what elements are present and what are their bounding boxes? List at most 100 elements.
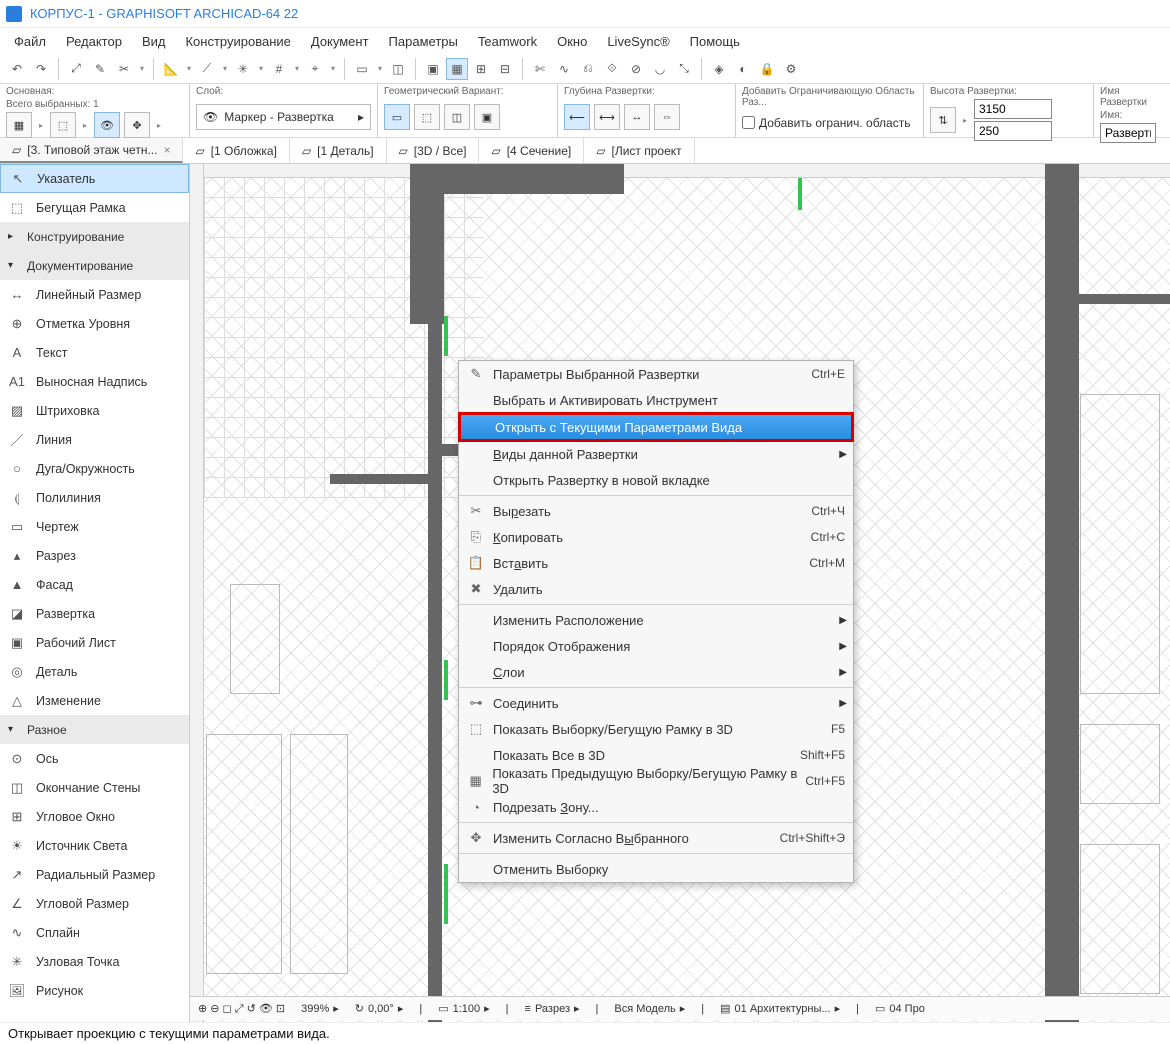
toolbox-tool-hotspot[interactable]: ✳Узловая Точка <box>0 947 189 976</box>
cut-button[interactable]: ✄ <box>529 58 551 80</box>
toolbox-tool-poly[interactable]: ⦇Полилиния <box>0 483 189 512</box>
dropdown-icon[interactable]: ▸ <box>960 109 970 131</box>
context-item[interactable]: 📋ВставитьCtrl+М <box>459 550 853 576</box>
toolbox-tool-arrow[interactable]: ↖Указатель <box>0 164 189 193</box>
pick-button[interactable]: ⤢ <box>65 58 87 80</box>
model-status[interactable]: Вся Модель ▸ <box>614 1002 685 1015</box>
menu-помощь[interactable]: Помощь <box>680 30 750 53</box>
toolbox-tool-angdim[interactable]: ∠Угловой Размер <box>0 889 189 918</box>
compare-button[interactable]: ◫ <box>387 58 409 80</box>
intersect-button[interactable]: ⊘ <box>625 58 647 80</box>
toolbox-tool-lamp[interactable]: ☀Источник Света <box>0 831 189 860</box>
context-item[interactable]: Отменить Выборку <box>459 856 853 882</box>
tab[interactable]: ▱[1 Обложка] <box>183 138 289 163</box>
toolbox-tool-change[interactable]: △Изменение <box>0 686 189 715</box>
angle[interactable]: ↻ 0,00° ▸ <box>355 1002 404 1015</box>
autogroup-button[interactable]: ⊟ <box>494 58 516 80</box>
toolbox-tool-circle[interactable]: ○Дуга/Окружность <box>0 454 189 483</box>
toolbox-tool-label[interactable]: A1Выносная Надпись <box>0 367 189 396</box>
fillet-button[interactable]: ◡ <box>649 58 671 80</box>
ruler-button[interactable]: 📐 <box>160 58 182 80</box>
context-item[interactable]: ✂ВырезатьCtrl+Ч <box>459 498 853 524</box>
toolbox-tool-raddim[interactable]: ↗Радиальный Размер <box>0 860 189 889</box>
context-item[interactable]: ✥Изменить Согласно ВыбранногоCtrl+Shift+… <box>459 825 853 851</box>
guide-button[interactable]: ⟋ <box>196 58 218 80</box>
trim-button[interactable]: ∿ <box>553 58 575 80</box>
add-bound-checkbox[interactable] <box>742 116 755 129</box>
context-item[interactable]: Виды данной Развертки▶ <box>459 441 853 467</box>
suspend-button[interactable]: ▣ <box>422 58 444 80</box>
grid-button[interactable]: # <box>268 58 290 80</box>
tab[interactable]: ▱[1 Деталь] <box>290 138 387 163</box>
toolbox-tool-worksheet[interactable]: ▣Рабочий Лист <box>0 628 189 657</box>
page-status[interactable]: ▭ 04 Про <box>875 1002 925 1015</box>
tool-default-button[interactable]: ▦ <box>6 112 32 138</box>
menu-окно[interactable]: Окно <box>547 30 597 53</box>
tab[interactable]: ▱[3D / Все] <box>387 138 480 163</box>
geom-opt-2[interactable]: ⬚ <box>414 104 440 130</box>
context-item[interactable]: Открыть Развертку в новой вкладке <box>459 467 853 493</box>
context-item[interactable]: ◔Подрезать Зону... <box>459 794 853 820</box>
geom-opt-3[interactable]: ◫ <box>444 104 470 130</box>
context-item[interactable]: ✖Удалить <box>459 576 853 602</box>
depth-opt-2[interactable]: ⟷ <box>594 104 620 130</box>
adjust-button[interactable]: ⟐ <box>601 58 623 80</box>
toolbox-tool-detail[interactable]: ◎Деталь <box>0 657 189 686</box>
tab[interactable]: ▱[4 Сечение] <box>479 138 584 163</box>
snap-button[interactable]: ✳ <box>232 58 254 80</box>
canvas[interactable]: ✎Параметры Выбранной РазверткиCtrl+EВыбр… <box>190 164 1170 1022</box>
menu-teamwork[interactable]: Teamwork <box>468 30 547 53</box>
context-item[interactable]: ▦Показать Предыдущую Выборку/Бегущую Рам… <box>459 768 853 794</box>
redo-button[interactable]: ↷ <box>30 58 52 80</box>
toolbox-group[interactable]: Конструирование <box>0 222 189 251</box>
dropdown-icon[interactable]: ▾ <box>328 58 338 80</box>
inject-button[interactable]: ✎ <box>89 58 111 80</box>
context-item[interactable]: Порядок Отображения▶ <box>459 633 853 659</box>
toolbox-group[interactable]: Документирование <box>0 251 189 280</box>
eye-button[interactable]: 👁 <box>94 112 120 138</box>
trace-button[interactable]: ▭ <box>351 58 373 80</box>
eyedrop-button[interactable]: ✂ <box>113 58 135 80</box>
scale[interactable]: ▭ 1:100 ▸ <box>438 1002 489 1015</box>
close-icon[interactable]: × <box>163 143 170 157</box>
menu-livesync®[interactable]: LiveSync® <box>597 30 679 53</box>
context-item[interactable]: ⬚Показать Выборку/Бегущую Рамку в 3DF5 <box>459 716 853 742</box>
lock-button[interactable]: 🔒 <box>756 58 778 80</box>
height-top-input[interactable] <box>974 99 1052 119</box>
zoom-pct[interactable]: 399% ▸ <box>301 1002 339 1015</box>
toolbox-tool-elev[interactable]: ▲Фасад <box>0 570 189 599</box>
toolbox-tool-dim[interactable]: ↔Линейный Размер <box>0 280 189 309</box>
menu-документ[interactable]: Документ <box>301 30 379 53</box>
dropdown-icon[interactable]: ▾ <box>292 58 302 80</box>
toolbox-tool-interior[interactable]: ◪Развертка <box>0 599 189 628</box>
toolbox-tool-wallend[interactable]: ◫Окончание Стены <box>0 773 189 802</box>
menu-вид[interactable]: Вид <box>132 30 176 53</box>
section-status[interactable]: ≡ Разрез ▸ <box>525 1002 580 1015</box>
ungroup-button[interactable]: ⊞ <box>470 58 492 80</box>
toolbox-tool-section[interactable]: ▴Разрез <box>0 541 189 570</box>
toolbox-tool-cornerwin[interactable]: ⊞Угловое Окно <box>0 802 189 831</box>
settings-button[interactable]: ⚙ <box>780 58 802 80</box>
toolbox-tool-text[interactable]: AТекст <box>0 338 189 367</box>
dropdown-icon[interactable]: ▾ <box>184 58 194 80</box>
menu-файл[interactable]: Файл <box>4 30 56 53</box>
toolbox-tool-fill[interactable]: ▨Штриховка <box>0 396 189 425</box>
toolbox-tool-marquee[interactable]: ⬚Бегущая Рамка <box>0 193 189 222</box>
dropdown-icon[interactable]: ▸ <box>80 114 90 136</box>
geom-opt-1[interactable]: ▭ <box>384 104 410 130</box>
dropdown-icon[interactable]: ▾ <box>137 58 147 80</box>
toolbox-group[interactable]: Разное <box>0 715 189 744</box>
gravity-button[interactable]: ⌖ <box>304 58 326 80</box>
context-item[interactable]: ✎Параметры Выбранной РазверткиCtrl+E <box>459 361 853 387</box>
context-item[interactable]: ⊶Соединить▶ <box>459 690 853 716</box>
group-button[interactable]: ▦ <box>446 58 468 80</box>
move-button[interactable]: ✥ <box>124 112 150 138</box>
depth-opt-4[interactable]: ⇔ <box>654 104 680 130</box>
context-item[interactable]: Выбрать и Активировать Инструмент <box>459 387 853 413</box>
publish-button[interactable]: ◈ <box>708 58 730 80</box>
toolbox-tool-axis[interactable]: ⊙Ось <box>0 744 189 773</box>
height-icon[interactable]: ⇅ <box>930 107 956 133</box>
toolbox-tool-spline[interactable]: ∿Сплайн <box>0 918 189 947</box>
context-item[interactable]: Открыть с Текущими Параметрами Вида <box>458 412 854 442</box>
context-item[interactable]: Изменить Расположение▶ <box>459 607 853 633</box>
